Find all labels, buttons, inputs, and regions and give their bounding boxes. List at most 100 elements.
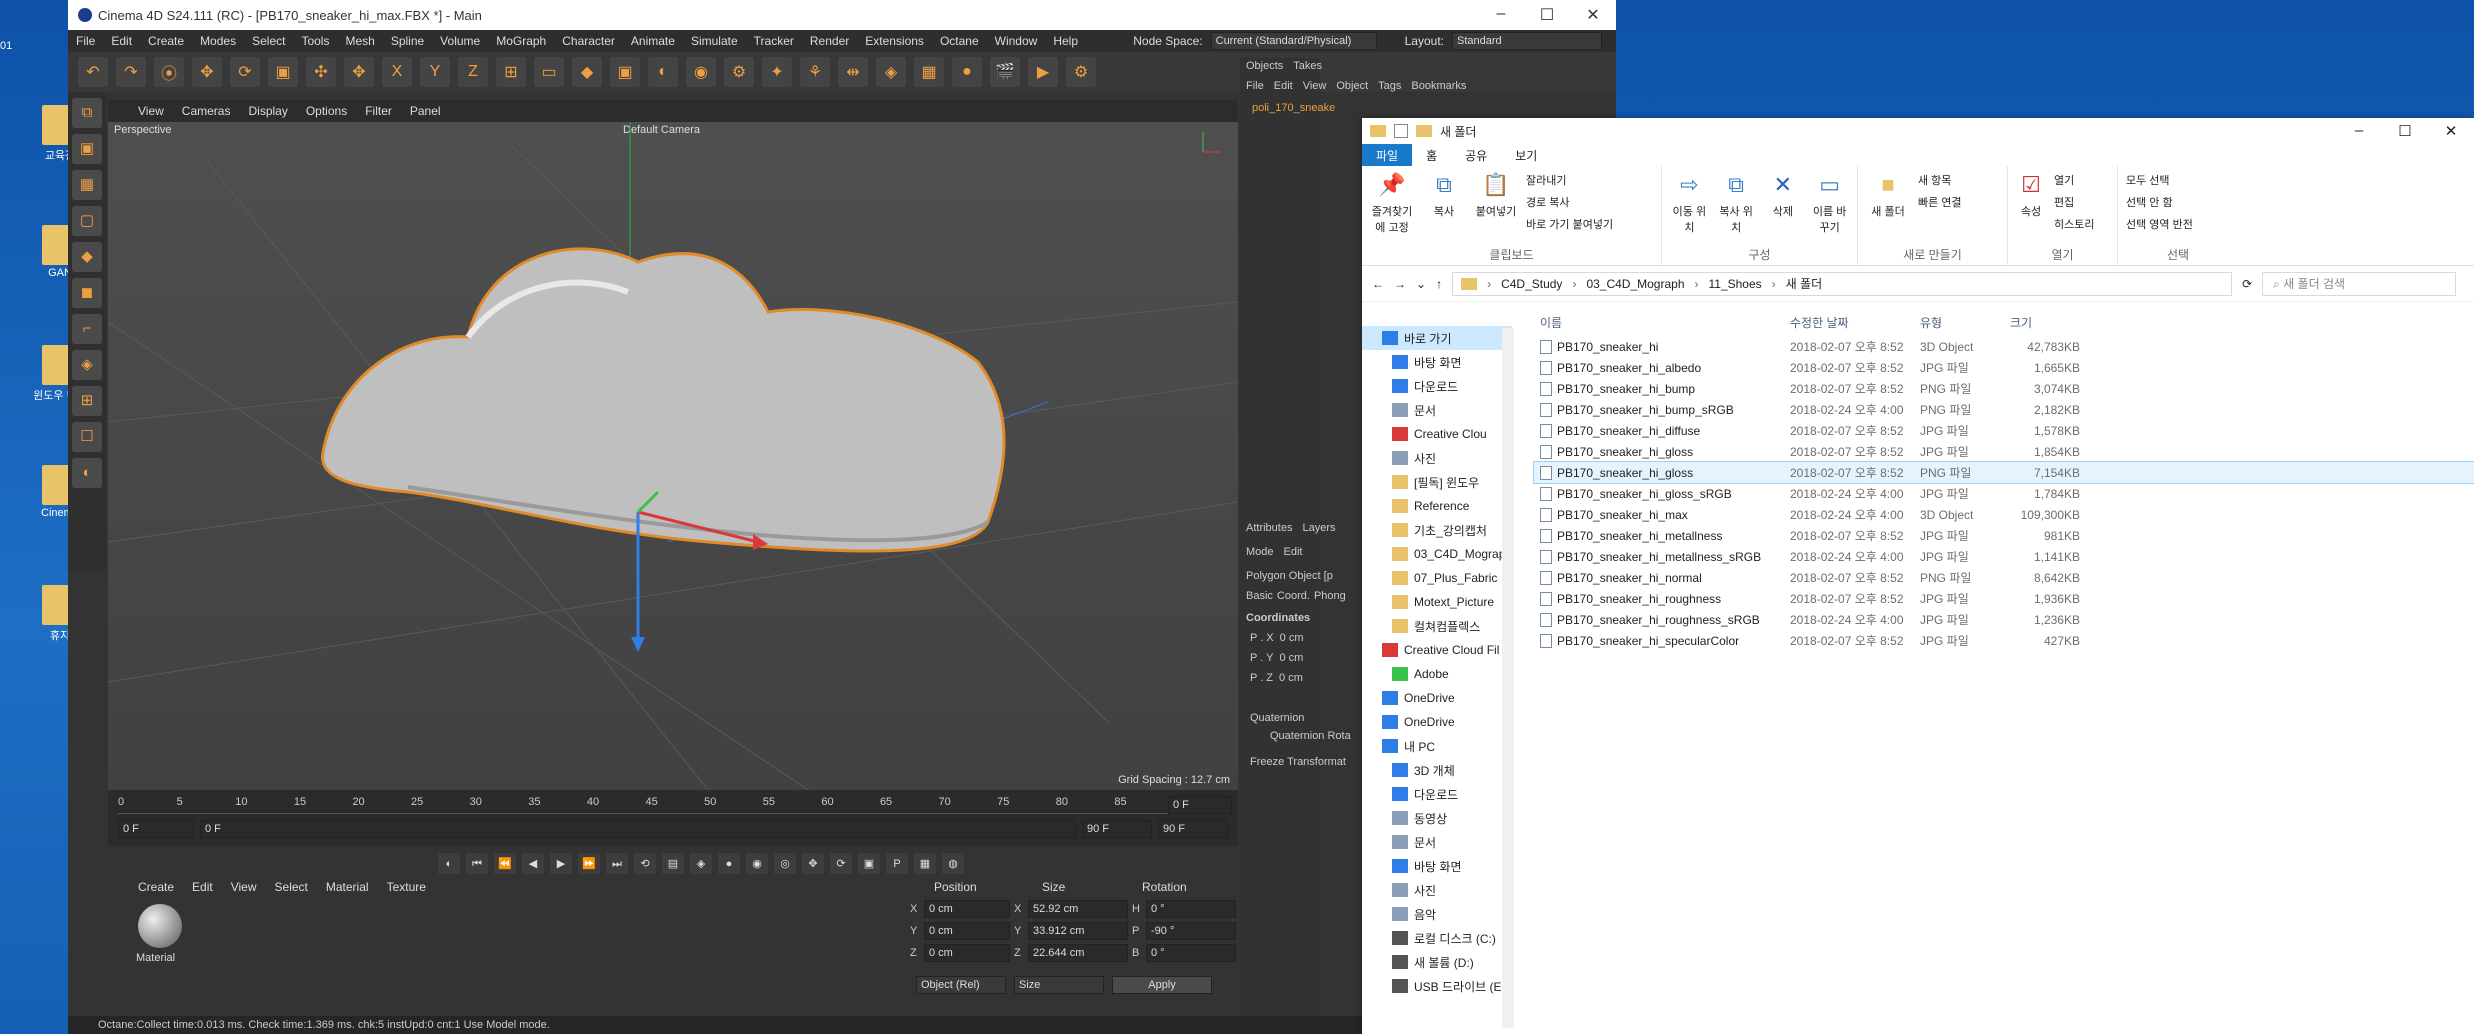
recent-dropdown[interactable]: ⌄ <box>1416 277 1426 291</box>
toolbar-button-icon[interactable]: ⇹ <box>838 57 868 87</box>
transport-button-icon[interactable]: ◉ <box>746 853 768 875</box>
material-menu-item[interactable]: Material <box>326 880 369 894</box>
objects-tab[interactable]: Takes <box>1293 60 1322 72</box>
nav-item[interactable]: Adobe <box>1362 662 1512 686</box>
toolbar-button-icon[interactable]: ◆ <box>572 57 602 87</box>
nav-item[interactable]: Motext_Picture <box>1362 590 1512 614</box>
close-button[interactable]: ✕ <box>2428 122 2474 140</box>
quaternion-label[interactable]: Quaternion <box>1240 688 1320 728</box>
transport-button-icon[interactable]: ⏮ <box>466 853 488 875</box>
freeze-transformation[interactable]: Freeze Transformat <box>1240 744 1346 780</box>
paste-shortcut-button[interactable]: 바로 가기 붙여넣기 <box>1526 214 1613 236</box>
select-all-button[interactable]: 모두 선택 <box>2126 170 2193 192</box>
toolbar-button-icon[interactable]: ▦ <box>914 57 944 87</box>
close-button[interactable]: ✕ <box>1570 5 1616 25</box>
toolbar-button-icon[interactable]: ▭ <box>534 57 564 87</box>
coord-mode-select[interactable]: Object (Rel) <box>916 976 1006 994</box>
attr-row-value[interactable]: 0 cm <box>1279 672 1303 684</box>
search-input[interactable]: ⌕ 새 폴더 검색 <box>2262 271 2457 296</box>
viewport[interactable]: Perspective Default Camera Grid Spacing … <box>108 122 1238 790</box>
menu-item[interactable]: Modes <box>200 34 236 48</box>
maximize-button[interactable]: ☐ <box>2382 122 2428 140</box>
coord-size-field[interactable]: 33.912 cm <box>1028 922 1128 940</box>
coord-rot-field[interactable]: 0 ° <box>1146 900 1236 918</box>
nav-item[interactable]: 사진 <box>1362 878 1512 902</box>
nav-item[interactable]: 다운로드 <box>1362 782 1512 806</box>
toolbar-button-icon[interactable]: ◈ <box>876 57 906 87</box>
layout-select[interactable]: Standard <box>1452 32 1602 50</box>
nav-item[interactable]: 내 PC <box>1362 734 1512 758</box>
file-row[interactable]: PB170_sneaker_hi_roughness 2018-02-07 오후 … <box>1534 588 2474 609</box>
menu-item[interactable]: Edit <box>111 34 132 48</box>
mode-tool-icon[interactable]: ◐ <box>72 458 102 488</box>
mode-tool-icon[interactable]: ▦ <box>72 170 102 200</box>
transport-button-icon[interactable]: ▦ <box>914 853 936 875</box>
transport-button-icon[interactable]: ⏭ <box>606 853 628 875</box>
nav-item[interactable]: OneDrive <box>1362 710 1512 734</box>
menu-item[interactable]: Render <box>810 34 849 48</box>
file-row[interactable]: PB170_sneaker_hi_max 2018-02-24 오후 4:00 3D… <box>1534 504 2474 525</box>
back-button[interactable]: ← <box>1372 277 1384 291</box>
viewport-menu-item[interactable]: Filter <box>365 104 392 118</box>
forward-button[interactable]: → <box>1394 277 1406 291</box>
path-segment[interactable]: C4D_Study <box>1501 277 1562 291</box>
column-type[interactable]: 유형 <box>1920 314 2010 331</box>
attributes-menu-item[interactable]: Edit <box>1284 546 1303 558</box>
menu-item[interactable]: Tracker <box>754 34 794 48</box>
coord-pos-field[interactable]: 0 cm <box>924 922 1010 940</box>
nav-item[interactable]: [필독] 윈도우 <box>1362 470 1512 494</box>
frame-end-field-a[interactable]: 90 F <box>1082 820 1152 838</box>
node-space-select[interactable]: Current (Standard/Physical) <box>1210 32 1377 50</box>
toolbar-button-icon[interactable]: ↷ <box>116 57 146 87</box>
toolbar-button-icon[interactable]: ✥ <box>192 57 222 87</box>
nav-scrollbar[interactable] <box>1502 328 1514 1028</box>
file-row[interactable]: PB170_sneaker_hi_albedo 2018-02-07 오후 8:5… <box>1534 357 2474 378</box>
toolbar-button-icon[interactable]: ◉ <box>686 57 716 87</box>
file-row[interactable]: PB170_sneaker_hi_gloss_sRGB 2018-02-24 오후… <box>1534 483 2474 504</box>
attributes-tab[interactable]: Layers <box>1302 522 1335 534</box>
frame-range-slider[interactable]: 0 F <box>200 820 1076 838</box>
select-none-button[interactable]: 선택 안 함 <box>2126 192 2193 214</box>
file-row[interactable]: PB170_sneaker_hi_bump 2018-02-07 오후 8:52 P… <box>1534 378 2474 399</box>
column-name[interactable]: 이름 <box>1534 314 1790 331</box>
attributes-subtab[interactable]: Basic <box>1246 590 1273 602</box>
viewport-menu-item[interactable]: Panel <box>410 104 441 118</box>
current-frame-field[interactable]: 0 F <box>1168 796 1232 814</box>
toolbar-button-icon[interactable]: ⦿ <box>154 57 184 87</box>
menu-item[interactable]: Animate <box>631 34 675 48</box>
frame-end-field-b[interactable]: 90 F <box>1158 820 1228 838</box>
toolbar-button-icon[interactable]: ⚘ <box>800 57 830 87</box>
nav-item[interactable]: USB 드라이브 (E <box>1362 974 1512 998</box>
timeline[interactable]: 051015202530354045505560657075808590 0 F… <box>108 790 1238 846</box>
nav-item[interactable]: 바탕 화면 <box>1362 854 1512 878</box>
file-row[interactable]: PB170_sneaker_hi_bump_sRGB 2018-02-24 오후 … <box>1534 399 2474 420</box>
menu-item[interactable]: Spline <box>391 34 424 48</box>
nav-item[interactable]: Creative Cloud Fil <box>1362 638 1512 662</box>
material-swatch[interactable] <box>138 904 182 948</box>
objects-tab[interactable]: Objects <box>1246 60 1283 72</box>
coord-size-field[interactable]: 22.644 cm <box>1028 944 1128 962</box>
ribbon-tab[interactable]: 홈 <box>1412 144 1451 166</box>
toolbar-button-icon[interactable]: ⚙ <box>724 57 754 87</box>
coord-pos-field[interactable]: 0 cm <box>924 900 1010 918</box>
menu-item[interactable]: Help <box>1053 34 1078 48</box>
menu-item[interactable]: Tools <box>301 34 329 48</box>
nav-item[interactable]: Reference <box>1362 494 1512 518</box>
file-row[interactable]: PB170_sneaker_hi_metallness 2018-02-07 오후… <box>1534 525 2474 546</box>
file-row[interactable]: PB170_sneaker_hi_specularColor 2018-02-07… <box>1534 630 2474 651</box>
mode-tool-icon[interactable]: ⌐ <box>72 314 102 344</box>
transport-button-icon[interactable]: ⟳ <box>830 853 852 875</box>
toolbar-button-icon[interactable]: ▣ <box>268 57 298 87</box>
nav-item[interactable]: 컬쳐컴플렉스 <box>1362 614 1512 638</box>
material-menu-item[interactable]: View <box>231 880 257 894</box>
nav-item[interactable]: 07_Plus_Fabric <box>1362 566 1512 590</box>
minimize-button[interactable]: – <box>2336 122 2382 140</box>
menu-item[interactable]: Create <box>148 34 184 48</box>
new-item-button[interactable]: 새 항목 <box>1918 170 1962 192</box>
apply-button[interactable]: Apply <box>1112 976 1212 994</box>
toolbar-button-icon[interactable]: 🎬 <box>990 57 1020 87</box>
path-segment[interactable]: 03_C4D_Mograph <box>1586 277 1684 291</box>
path-segment[interactable]: 11_Shoes <box>1709 277 1762 291</box>
attributes-subtab[interactable]: Phong <box>1314 590 1346 602</box>
file-row[interactable]: PB170_sneaker_hi_gloss 2018-02-07 오후 8:52… <box>1534 441 2474 462</box>
